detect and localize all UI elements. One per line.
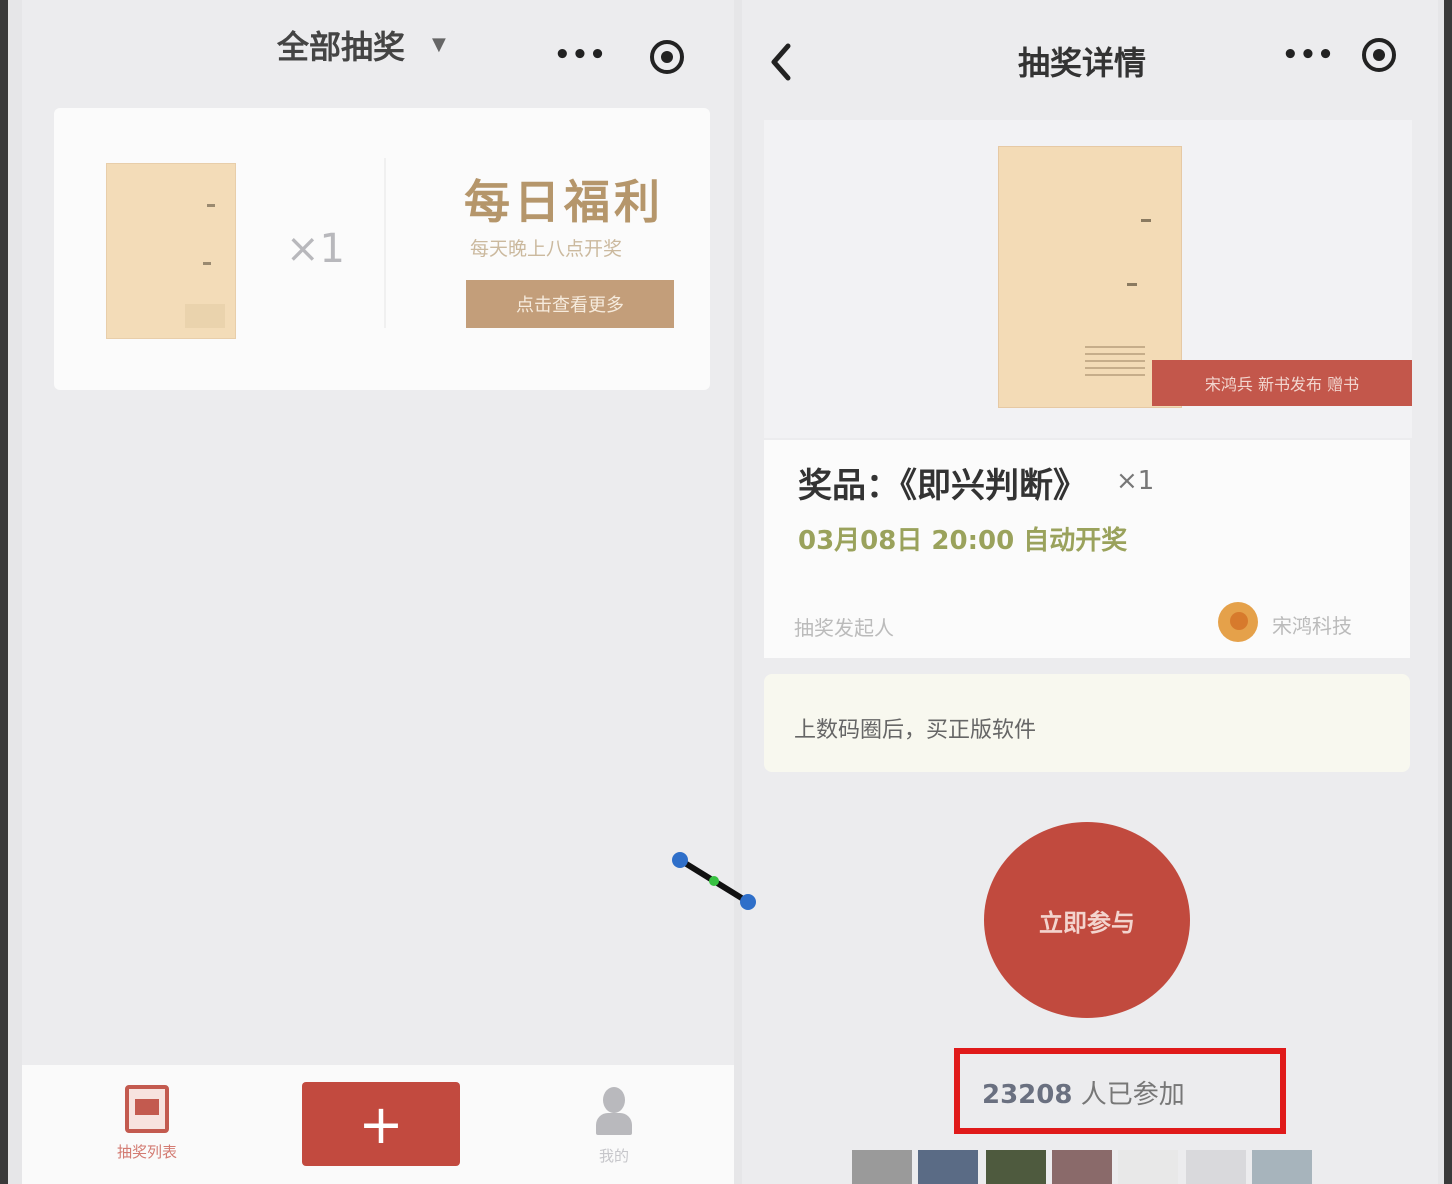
close-miniprogram-icon[interactable] <box>650 40 684 74</box>
window-edge-left <box>0 0 8 1184</box>
notice-card: 上数码圈后，买正版软件 <box>764 674 1410 772</box>
prize-name: 奖品：《即兴判断》 <box>798 466 1087 506</box>
view-more-button[interactable]: 点击查看更多 <box>466 280 674 328</box>
tab-me[interactable]: 我的 <box>574 1087 654 1166</box>
more-menu-icon[interactable]: ••• <box>1282 40 1335 70</box>
sponsor-name[interactable]: 宋鸿科技 <box>1272 610 1352 639</box>
avatar <box>986 1150 1046 1184</box>
join-now-button[interactable]: 立即参与 <box>984 822 1190 1018</box>
prize-quantity: ×1 <box>286 226 345 272</box>
page-title: 抽奖详情 <box>1018 44 1147 82</box>
sponsor-label: 抽奖发起人 <box>794 616 894 640</box>
avatar <box>918 1150 978 1184</box>
participant-count-suffix: 人已参加 <box>1080 1080 1185 1110</box>
prize-tag: 宋鸿兵 新书发布 赠书 <box>1152 360 1412 406</box>
close-miniprogram-icon[interactable] <box>1362 38 1396 72</box>
participant-count-number: 23208 <box>982 1080 1073 1110</box>
create-lottery-button[interactable]: + <box>302 1082 460 1166</box>
avatar <box>1052 1150 1112 1184</box>
promo-subtitle: 每天晚上八点开奖 <box>470 238 623 260</box>
promo-title: 每日福利 <box>464 175 664 229</box>
nav-bar: 全部抽奖 ▼ ••• <box>22 0 734 100</box>
back-arrow-icon[interactable] <box>766 40 796 84</box>
notice-text: 上数码圈后，买正版软件 <box>794 718 1037 743</box>
participant-avatars[interactable] <box>852 1150 1332 1184</box>
lottery-list-screen: 全部抽奖 ▼ ••• ×1 每日福利 每天晚上八点开奖 点击查看更多 抽奖列表 … <box>22 0 734 1184</box>
divider <box>384 158 386 328</box>
daily-welfare-card[interactable]: ×1 每日福利 每天晚上八点开奖 点击查看更多 <box>54 108 710 390</box>
dropdown-caret-icon[interactable]: ▼ <box>432 34 446 55</box>
prize-info-card: 奖品：《即兴判断》 ×1 03月08日 20:00 自动开奖 抽奖发起人 宋鸿科… <box>764 440 1410 658</box>
prize-quantity: ×1 <box>1116 466 1155 496</box>
avatar <box>1252 1150 1312 1184</box>
lottery-detail-screen: 抽奖详情 ••• 宋鸿兵 新书发布 赠书 奖品：《即兴判断》 ×1 03月08日… <box>742 0 1438 1184</box>
prize-book-thumbnail <box>106 163 236 339</box>
lottery-list-icon <box>125 1085 169 1133</box>
participant-count[interactable]: 23208 人已参加 <box>982 1074 1185 1111</box>
tab-label: 抽奖列表 <box>116 1143 177 1161</box>
avatar <box>852 1150 912 1184</box>
user-icon <box>594 1087 634 1137</box>
draw-time: 03月08日 20:00 自动开奖 <box>798 526 1128 556</box>
tab-lottery-list[interactable]: 抽奖列表 <box>102 1085 192 1162</box>
tab-label: 我的 <box>598 1147 629 1165</box>
sponsor-avatar[interactable] <box>1218 602 1258 642</box>
lottery-list-area <box>22 400 734 1060</box>
avatar <box>1118 1150 1178 1184</box>
page-title[interactable]: 全部抽奖 <box>277 22 405 68</box>
avatar <box>1186 1150 1246 1184</box>
more-menu-icon[interactable]: ••• <box>554 40 607 70</box>
participant-count-highlight: 23208 人已参加 <box>954 1048 1286 1134</box>
window-edge-right <box>1444 0 1452 1184</box>
tab-bar: 抽奖列表 + 我的 <box>22 1065 734 1184</box>
